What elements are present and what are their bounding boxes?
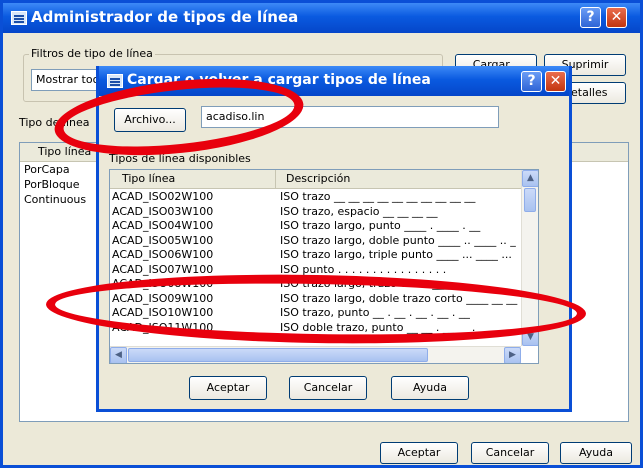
dialog-close-icon[interactable]: ✕: [545, 71, 566, 92]
main-accept-button[interactable]: Aceptar: [380, 442, 458, 464]
filters-legend: Filtros de tipo de línea: [29, 47, 155, 60]
dialog-help-icon[interactable]: ?: [521, 71, 542, 92]
table-row[interactable]: ACAD_ISO06W100 ISO trazo largo, triple pu…: [110, 248, 522, 263]
scroll-left-icon[interactable]: ◀: [110, 347, 127, 363]
linetype-name: ACAD_ISO03W100: [112, 204, 214, 218]
linetype-description: ISO trazo largo, punto ____ . ____ . __: [280, 219, 481, 232]
scroll-up-icon[interactable]: ▲: [522, 170, 538, 187]
table-row[interactable]: ACAD_ISO03W100 ISO trazo, espacio __ __ _…: [110, 205, 522, 220]
column-description-header[interactable]: Descripción: [286, 170, 350, 188]
linetype-name: ACAD_ISO07W100: [112, 262, 214, 276]
linetype-description: ISO trazo __ __ __ __ __ __ __ __ __ __: [280, 190, 476, 203]
available-list-header: Tipo línea Descripción: [110, 170, 522, 189]
dialog-help-button[interactable]: Ayuda: [391, 376, 469, 400]
table-row[interactable]: ACAD_ISO04W100 ISO trazo largo, punto ___…: [110, 219, 522, 234]
column-type-header[interactable]: Tipo línea: [122, 170, 175, 188]
dialog-app-icon: [107, 74, 123, 88]
main-title-bar[interactable]: Administrador de tipos de línea ? ✕: [3, 3, 640, 33]
linetype-description: ISO trazo largo, doble punto ____ .. ___…: [280, 233, 516, 247]
scroll-thumb-vertical[interactable]: [524, 188, 536, 212]
dialog-accept-button[interactable]: Aceptar: [189, 376, 267, 400]
linetype-name: ACAD_ISO05W100: [112, 233, 214, 247]
main-help-icon[interactable]: ?: [580, 7, 601, 28]
column-divider: [275, 170, 276, 189]
linetype-app-icon: [11, 11, 27, 25]
linetype-description: ISO trazo, espacio __ __ __ __: [280, 204, 438, 218]
linetype-name: ACAD_ISO04W100: [112, 219, 214, 232]
dialog-cancel-button[interactable]: Cancelar: [289, 376, 367, 400]
table-row[interactable]: ACAD_ISO02W100 ISO trazo __ __ __ __ __ _…: [110, 190, 522, 205]
main-help-button[interactable]: Ayuda: [560, 442, 632, 464]
horizontal-scrollbar[interactable]: ◀ ▶: [110, 346, 521, 363]
main-close-icon[interactable]: ✕: [606, 7, 627, 28]
main-cancel-button[interactable]: Cancelar: [471, 442, 549, 464]
main-window-title: Administrador de tipos de línea: [31, 8, 299, 26]
table-row[interactable]: ACAD_ISO05W100 ISO trazo largo, doble pun…: [110, 234, 522, 249]
linetype-name: ACAD_ISO02W100: [112, 190, 214, 203]
scroll-thumb-horizontal[interactable]: [128, 348, 428, 362]
linetype-name: ACAD_ISO06W100: [112, 248, 214, 261]
scroll-right-icon[interactable]: ▶: [504, 347, 521, 363]
linetype-description: ISO trazo largo, triple punto ____ ... _…: [280, 248, 512, 261]
